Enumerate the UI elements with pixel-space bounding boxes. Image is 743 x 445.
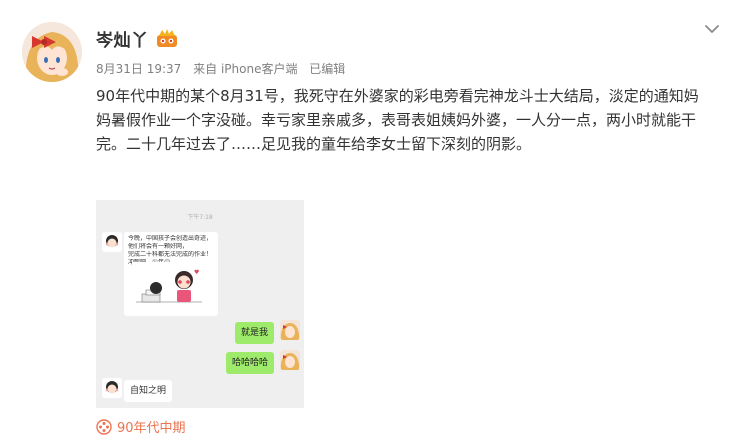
chat-reply-3: 自知之明 bbox=[124, 380, 173, 402]
film-reel-icon bbox=[96, 418, 112, 435]
chat-avatar-me-1 bbox=[280, 320, 300, 340]
chevron-down-icon[interactable] bbox=[703, 20, 721, 38]
chat-line-2: 他们将会有一颗好网， bbox=[128, 243, 189, 250]
chat-screenshot-image[interactable]: 下午7:18 今晚，中国孩子会创造出奇迹， 他们将会有一颗好网， 完成二十科都无… bbox=[96, 200, 304, 408]
chat-avatar-mom-2 bbox=[102, 378, 122, 398]
user-avatar[interactable] bbox=[22, 22, 82, 82]
chat-reply-2: 哈哈哈哈 bbox=[225, 352, 274, 374]
chat-avatar-mom bbox=[102, 232, 122, 252]
post-text: 90年代中期的某个8月31号，我死守在外婆家的彩电旁看完神龙斗士大结局，淡定的通… bbox=[96, 87, 699, 153]
post-date[interactable]: 8月31日 19:37 bbox=[96, 62, 181, 76]
topic-label[interactable]: 90年代中期 bbox=[117, 417, 186, 436]
topic-link[interactable]: 90年代中期 bbox=[96, 417, 186, 436]
chat-line-3: 完成二十科都无法完成的作业！ bbox=[128, 251, 213, 258]
post-meta: 8月31日 19:37 来自 iPhone客户端 已编辑 bbox=[96, 60, 353, 77]
post-source: 来自 iPhone客户端 bbox=[193, 62, 298, 76]
chat-line-1: 今晚，中国孩子会创造出奇迹， bbox=[128, 235, 213, 242]
edited-label[interactable]: 已编辑 bbox=[309, 62, 345, 76]
username[interactable]: 岑灿丫 bbox=[96, 26, 149, 51]
member-crown-icon[interactable] bbox=[156, 27, 178, 49]
svg-text:♥: ♥ bbox=[194, 269, 199, 276]
chat-reply-1: 就是我 bbox=[234, 322, 274, 344]
weibo-post: 岑灿丫 8月31日 19:37 来自 iPhone客户端 已编辑 90年代中期的… bbox=[0, 0, 743, 445]
chat-avatar-me-2 bbox=[280, 350, 300, 370]
homework-sticker: ♥ bbox=[132, 262, 206, 310]
chat-time: 下午7:18 bbox=[187, 214, 213, 221]
